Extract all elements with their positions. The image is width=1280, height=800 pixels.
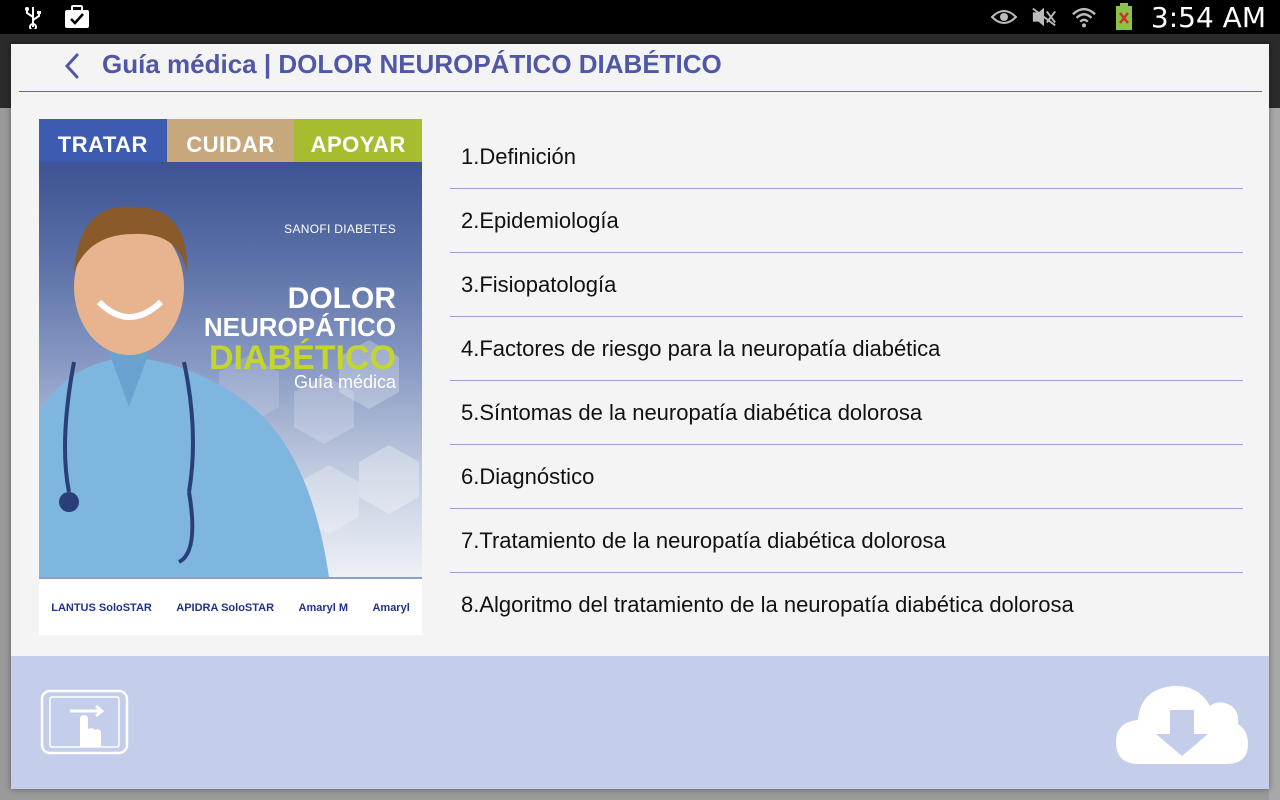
background-edge (1269, 108, 1280, 800)
logo-amaryl-m: Amaryl M (298, 602, 349, 614)
guide-dialog: Guía médica | DOLOR NEUROPÁTICO DIABÉTIC… (11, 44, 1269, 789)
cloud-download-button[interactable] (1114, 676, 1250, 770)
toc-item-epidemiologia[interactable]: 2.Epidemiología (450, 189, 1243, 253)
chevron-left-icon (64, 53, 80, 84)
battery-icon (1111, 3, 1137, 30)
cover-logos: LANTUS SoloSTAR APIDRA SoloSTAR Amaryl M… (39, 577, 422, 635)
usb-icon (20, 4, 46, 30)
header-divider (19, 91, 1262, 92)
cloud-download-icon (1116, 685, 1248, 764)
briefcase-check-icon (64, 4, 90, 30)
dialog-footer (11, 656, 1269, 789)
logo-amaryl: Amaryl (372, 602, 410, 614)
cover-tab-apoyar: APOYAR (294, 119, 422, 162)
swipe-gesture-icon (40, 689, 129, 755)
toc-item-fisiopatologia[interactable]: 3.Fisiopatología (450, 253, 1243, 317)
toc-item-tratamiento[interactable]: 7.Tratamiento de la neuropatía diabética… (450, 509, 1243, 573)
cover-tab-tratar: TRATAR (39, 119, 167, 162)
eye-icon (990, 4, 1017, 30)
wifi-icon (1071, 4, 1097, 30)
page-title: Guía médica | DOLOR NEUROPÁTICO DIABÉTIC… (102, 49, 722, 79)
back-button[interactable] (55, 50, 89, 86)
table-of-contents: 1.Definición 2.Epidemiología 3.Fisiopato… (450, 125, 1243, 637)
cover-brand: SANOFI DIABETES (284, 222, 396, 236)
toc-item-definicion[interactable]: 1.Definición (450, 125, 1243, 189)
swipe-gesture-button[interactable] (40, 689, 129, 755)
logo-lantus: LANTUS SoloSTAR (51, 602, 152, 614)
toc-item-factores-riesgo[interactable]: 4.Factores de riesgo para la neuropatía … (450, 317, 1243, 381)
dialog-header: Guía médica | DOLOR NEUROPÁTICO DIABÉTIC… (11, 44, 1269, 92)
guide-cover-image[interactable]: TRATAR CUIDAR APOYAR SANOFI DIABETES DOL… (39, 119, 422, 635)
status-bar: 3:54 AM (0, 0, 1280, 34)
logo-apidra: APIDRA SoloSTAR (176, 602, 275, 614)
mute-icon (1031, 4, 1057, 30)
toc-item-sintomas[interactable]: 5.Síntomas de la neuropatía diabética do… (450, 381, 1243, 445)
cover-tabs: TRATAR CUIDAR APOYAR (39, 119, 422, 162)
cover-title-line1: DOLOR (287, 282, 396, 315)
cover-subtitle: Guía médica (293, 372, 396, 392)
cover-artwork: SANOFI DIABETES DOLOR NEUROPÁTICO DIABÉT… (39, 162, 422, 577)
toc-item-algoritmo[interactable]: 8.Algoritmo del tratamiento de la neurop… (450, 573, 1243, 637)
cover-tab-cuidar: CUIDAR (166, 119, 295, 162)
status-clock: 3:54 AM (1150, 0, 1266, 34)
toc-item-diagnostico[interactable]: 6.Diagnóstico (450, 445, 1243, 509)
